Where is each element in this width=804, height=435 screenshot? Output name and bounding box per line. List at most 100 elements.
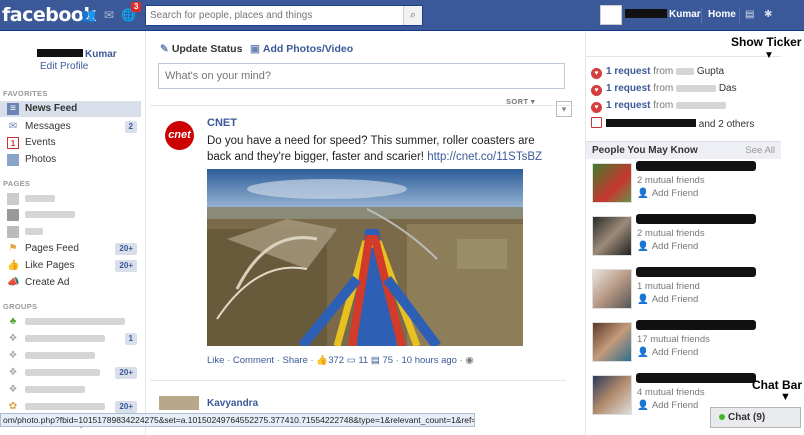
sidebar-item-page[interactable] <box>0 224 141 240</box>
update-status-tab[interactable]: ✎ Update Status <box>160 43 242 55</box>
group-icon: ❖ <box>8 384 18 395</box>
friend-request-row[interactable]: ♥ 1 request from Gupta <box>591 66 724 79</box>
sidebar-item-group[interactable]: ♣ <box>0 314 141 330</box>
blurred-label <box>25 402 105 410</box>
add-friend-button[interactable]: 👤 Add Friend <box>637 347 701 358</box>
next-post-author[interactable]: Kavyandra <box>207 398 258 409</box>
person-photo[interactable] <box>592 375 632 415</box>
group-icon: ♣ <box>9 316 17 327</box>
event-invites-row[interactable]: and 2 others <box>591 117 754 130</box>
blurred-label <box>25 351 95 359</box>
sidebar-item-pages-feed[interactable]: ⚑ Pages Feed 20+ <box>0 241 141 257</box>
cnet-avatar[interactable]: cnet <box>165 121 194 150</box>
sidebar-item-photos[interactable]: Photos <box>0 152 141 168</box>
mutual-friends[interactable]: 4 mutual friends <box>637 387 705 398</box>
page-icon <box>7 193 19 205</box>
group-icon: ❖ <box>8 350 18 361</box>
home-link[interactable]: Home <box>708 9 736 20</box>
left-sidebar: Kumar Edit Profile FAVORITES ≡ News Feed… <box>0 31 146 435</box>
top-user-name[interactable]: Kumar <box>625 9 701 20</box>
post-link[interactable]: http://cnet.co/11STsBZ <box>427 151 542 163</box>
blurred-label <box>25 317 125 325</box>
chevron-down-icon[interactable]: ▾ <box>556 101 572 117</box>
add-friend-icon: 👤 <box>637 294 649 305</box>
edit-profile-link[interactable]: Edit Profile <box>40 61 88 72</box>
group-icon: ✿ <box>8 401 18 412</box>
divider <box>586 56 781 57</box>
friend-request-row[interactable]: ♥ 1 request from <box>591 100 727 113</box>
add-friend-button[interactable]: 👤 Add Friend <box>637 294 701 305</box>
post-time[interactable]: 10 hours ago <box>401 355 456 366</box>
add-photos-tab[interactable]: ▣ Add Photos/Video <box>250 43 353 55</box>
friend-requests-icon[interactable]: 👥 <box>81 8 96 22</box>
heart-icon: ♥ <box>591 102 602 113</box>
sidebar-item-like-pages[interactable]: 👍 Like Pages 20+ <box>0 258 141 274</box>
status-input[interactable]: What's on your mind? <box>158 63 565 89</box>
shares-count[interactable]: ▤ 75 <box>371 355 393 366</box>
mutual-friends[interactable]: 2 mutual friends <box>637 175 705 186</box>
post-photo[interactable] <box>207 169 523 346</box>
sidebar-item-events[interactable]: 1 Events <box>0 135 141 151</box>
person-name-redacted[interactable] <box>636 267 756 277</box>
friend-request-row[interactable]: ♥ 1 request from Das <box>591 83 737 96</box>
blurred-label <box>25 385 85 393</box>
privacy-shortcuts-icon[interactable]: ▤ <box>745 9 754 20</box>
sidebar-item-create-ad[interactable]: 📣 Create Ad <box>0 275 141 291</box>
sidebar-item-group[interactable]: ❖ 20+ <box>0 365 141 381</box>
user-avatar[interactable] <box>600 5 622 25</box>
mutual-friends[interactable]: 17 mutual friends <box>637 334 710 345</box>
mutual-friends[interactable]: 1 mutual friend <box>637 281 700 292</box>
sidebar-item-news-feed[interactable]: ≡ News Feed <box>0 101 141 117</box>
sidebar-item-messages[interactable]: ✉ Messages 2 <box>0 119 141 135</box>
search-icon[interactable]: ⌕ <box>403 6 422 25</box>
add-friend-button[interactable]: 👤 Add Friend <box>637 188 701 199</box>
comments-count[interactable]: ▭ 11 <box>347 355 369 366</box>
share-link[interactable]: Share <box>283 355 308 366</box>
notifications-badge: 3 <box>131 2 142 12</box>
person-name-redacted[interactable] <box>636 373 756 383</box>
sidebar-item-group[interactable]: ❖ <box>0 382 141 398</box>
page-icon <box>7 209 19 221</box>
comment-link[interactable]: Comment <box>233 355 274 366</box>
messages-icon: ✉ <box>8 121 18 132</box>
person-photo[interactable] <box>592 322 632 362</box>
messages-count: 2 <box>124 121 137 133</box>
right-sidebar: ♥ 1 request from Gupta ♥ 1 request from Da… <box>585 31 781 435</box>
person-photo[interactable] <box>592 269 632 309</box>
group-count: 20+ <box>115 367 137 379</box>
thumbs-up-icon: 👍 <box>316 355 329 366</box>
heart-icon: ♥ <box>591 85 602 96</box>
person-photo[interactable] <box>592 163 632 203</box>
person-name-redacted[interactable] <box>636 161 756 171</box>
see-all-link[interactable]: See All <box>745 142 775 159</box>
group-count: 20+ <box>115 401 137 413</box>
person-name-redacted[interactable] <box>636 320 756 330</box>
like-link[interactable]: Like <box>207 355 224 366</box>
megaphone-icon: 📣 <box>7 277 20 288</box>
flag-icon: ⚑ <box>8 243 18 254</box>
sidebar-item-group[interactable]: ❖ <box>0 348 141 364</box>
sidebar-item-page[interactable] <box>0 191 141 207</box>
person-photo[interactable] <box>592 216 632 256</box>
mutual-friends[interactable]: 2 mutual friends <box>637 228 705 239</box>
comment-icon: ▭ <box>346 355 356 366</box>
blurred-label <box>25 210 75 218</box>
next-post-avatar[interactable] <box>159 396 199 410</box>
chat-bar[interactable]: Chat (9) <box>710 407 801 428</box>
search-box: ⌕ <box>145 5 423 26</box>
search-input[interactable] <box>146 6 401 25</box>
gear-icon[interactable]: ✱ <box>764 9 772 20</box>
sidebar-item-group[interactable]: ❖ 1 <box>0 331 141 347</box>
profile-name[interactable]: Kumar <box>37 49 117 60</box>
show-ticker-annotation: Show Ticker <box>731 35 802 49</box>
add-friend-button[interactable]: 👤 Add Friend <box>637 400 701 411</box>
post-author[interactable]: CNET <box>207 117 237 129</box>
add-friend-button[interactable]: 👤 Add Friend <box>637 241 701 252</box>
sidebar-item-page[interactable] <box>0 207 141 223</box>
likes-count[interactable]: 👍372 <box>316 355 344 366</box>
group-icon: ❖ <box>8 333 18 344</box>
add-friend-icon: 👤 <box>637 188 649 199</box>
messages-icon[interactable]: ✉ <box>102 8 116 22</box>
person-name-redacted[interactable] <box>636 214 756 224</box>
photos-icon <box>7 154 19 166</box>
